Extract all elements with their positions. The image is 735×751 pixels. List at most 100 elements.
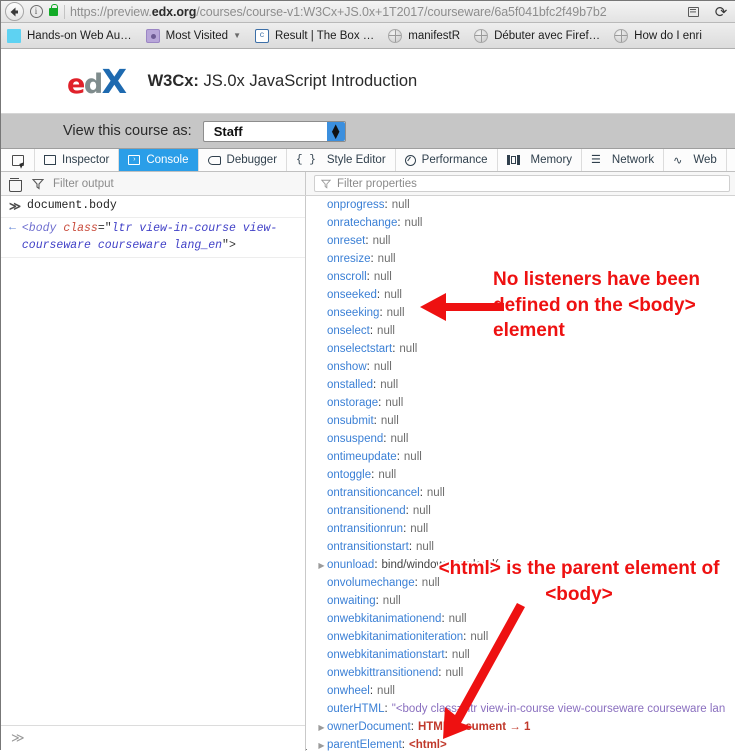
property-row[interactable]: ▶onwebkitanimationend:null: [307, 610, 735, 628]
property-row[interactable]: ▶onwebkittransitionend:null: [307, 664, 735, 682]
tab-network[interactable]: ☰ Network: [582, 149, 665, 171]
element-picker-icon[interactable]: [1, 149, 35, 171]
chevron-down-icon[interactable]: ▼: [233, 31, 241, 40]
browser-window: i https://preview.edx.org/courses/course…: [0, 0, 735, 751]
property-row[interactable]: ▶onratechange:null: [307, 214, 735, 232]
lock-shape: [48, 3, 58, 16]
property-value: null: [377, 253, 396, 265]
property-value: null: [385, 397, 404, 409]
property-row[interactable]: ▶ontimeupdate:null: [307, 448, 735, 466]
property-row[interactable]: ▶onwebkitanimationiteration:null: [307, 628, 735, 646]
property-name: ontoggle: [327, 469, 372, 481]
console-prompt-input[interactable]: ≫: [1, 725, 305, 751]
property-row[interactable]: ▶onwheel:null: [307, 682, 735, 700]
filter-properties-placeholder: Filter properties: [337, 177, 417, 190]
filter-properties-input[interactable]: Filter properties: [314, 175, 730, 192]
globe-icon: [474, 28, 489, 43]
expand-triangle-icon[interactable]: ▶: [316, 561, 327, 570]
property-value: null: [421, 577, 440, 589]
property-row[interactable]: ▶ontransitioncancel:null: [307, 484, 735, 502]
console-input-text: document.body: [27, 199, 117, 212]
property-row[interactable]: ▶ parentElement: <html>: [307, 736, 735, 751]
property-row[interactable]: ▶onselect:null: [307, 322, 735, 340]
blue-square-icon: [7, 28, 21, 43]
bookmark-item[interactable]: Débuter avec Firef…: [474, 28, 600, 43]
property-colon: :: [463, 631, 467, 643]
property-row[interactable]: ▶onwaiting:null: [307, 592, 735, 610]
property-value: null: [380, 379, 399, 391]
console-result-entry[interactable]: ← <body class="ltr view-in-course view-c…: [1, 217, 305, 259]
bookmark-label: How do I enri: [634, 29, 702, 42]
property-value: null: [410, 523, 429, 535]
globe-icon: [388, 28, 403, 43]
expand-triangle-icon[interactable]: ▶: [316, 741, 327, 750]
expand-triangle-icon[interactable]: ▶: [316, 723, 327, 732]
property-row[interactable]: ▶onseeking:null: [307, 304, 735, 322]
property-colon: :: [410, 721, 414, 733]
info-icon[interactable]: i: [27, 1, 45, 23]
reload-icon[interactable]: ⟳: [706, 1, 735, 23]
url-prefix: https://preview.: [70, 4, 152, 19]
filter-output-input[interactable]: Filter output: [53, 178, 114, 190]
tab-console[interactable]: › Console: [119, 149, 199, 171]
console-output-pane[interactable]: ≫ document.body ← <body class="ltr view-…: [1, 196, 306, 751]
tab-inspector[interactable]: Inspector: [35, 149, 120, 171]
property-row[interactable]: ▶onresize:null: [307, 250, 735, 268]
reader-mode-icon[interactable]: [680, 1, 706, 23]
secure-lock-icon[interactable]: [45, 3, 61, 16]
property-value: null: [373, 361, 392, 373]
property-row[interactable]: ▶onscroll:null: [307, 268, 735, 286]
tab-debugger[interactable]: Debugger: [199, 149, 288, 171]
object-properties-pane[interactable]: ▶onprogress:null▶onratechange:null▶onres…: [307, 196, 735, 751]
property-row[interactable]: ▶onwebkitanimationstart:null: [307, 646, 735, 664]
bookmark-item[interactable]: Most Visited ▼: [145, 28, 241, 43]
property-row[interactable]: ▶ ownerDocument: HTMLDocument → 1: [307, 718, 735, 736]
property-row[interactable]: ▶ onunload: bind/window.onunload(: [307, 556, 735, 574]
tab-memory[interactable]: Memory: [498, 149, 583, 171]
property-row[interactable]: ▶onseeked:null: [307, 286, 735, 304]
property-row[interactable]: ▶onstalled:null: [307, 376, 735, 394]
property-colon: :: [397, 217, 401, 229]
property-name: ontransitionrun: [327, 523, 404, 535]
property-row[interactable]: ▶onstorage:null: [307, 394, 735, 412]
tab-label: Memory: [530, 154, 573, 166]
tab-performance[interactable]: Performance: [396, 149, 498, 171]
edx-logo-e: e: [67, 68, 85, 100]
property-row[interactable]: ▶ontransitionrun:null: [307, 520, 735, 538]
tab-web-audio[interactable]: ∿ Web: [664, 149, 727, 171]
back-button[interactable]: [1, 1, 27, 23]
property-colon: :: [401, 739, 405, 751]
property-row[interactable]: ▶onshow:null: [307, 358, 735, 376]
property-row[interactable]: ▶ontransitionstart:null: [307, 538, 735, 556]
property-row[interactable]: ▶ontransitionend:null: [307, 502, 735, 520]
property-colon: :: [378, 397, 382, 409]
tab-style-editor[interactable]: { } Style Editor: [287, 149, 396, 171]
debugger-icon: [207, 155, 221, 165]
property-row[interactable]: ▶onprogress:null: [307, 196, 735, 214]
filter-icon: [32, 178, 44, 190]
view-as-select[interactable]: Staff ▲ ▼: [202, 120, 346, 142]
property-row[interactable]: ▶onvolumechange:null: [307, 574, 735, 592]
property-value: null: [382, 595, 401, 607]
bookmark-item[interactable]: c Result | The Box …: [254, 28, 374, 43]
stepper-arrows-icon[interactable]: ▲ ▼: [326, 121, 345, 141]
property-row[interactable]: ▶onselectstart:null: [307, 340, 735, 358]
tag-open: <body: [21, 222, 64, 235]
bookmark-item[interactable]: manifestR: [388, 28, 460, 43]
memory-icon: [506, 155, 520, 165]
property-row[interactable]: ▶outerHTML:"<body class="ltr view-in-cou…: [307, 700, 735, 718]
url-input[interactable]: https://preview.edx.org/courses/course-v…: [70, 5, 680, 19]
property-row[interactable]: ▶onreset:null: [307, 232, 735, 250]
bookmark-item[interactable]: How do I enri: [614, 28, 702, 43]
property-value: null: [426, 487, 445, 499]
property-row[interactable]: ▶onsubmit:null: [307, 412, 735, 430]
property-row[interactable]: ▶onsuspend:null: [307, 430, 735, 448]
property-name: onseeked: [327, 289, 377, 301]
trash-icon[interactable]: [9, 177, 22, 192]
property-row[interactable]: ▶ontoggle:null: [307, 466, 735, 484]
property-value: null: [470, 631, 489, 643]
back-arrow-glyph: [10, 7, 18, 16]
course-code: W3Cx:: [147, 71, 199, 90]
edx-logo[interactable]: edX: [67, 62, 127, 101]
bookmark-item[interactable]: Hands-on Web Au…: [7, 28, 132, 43]
